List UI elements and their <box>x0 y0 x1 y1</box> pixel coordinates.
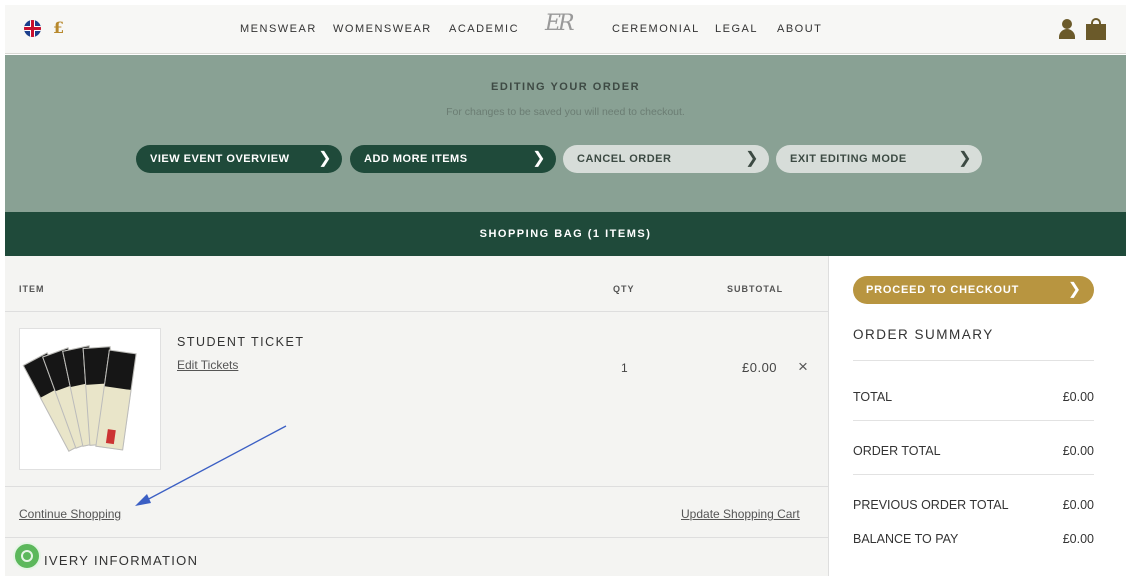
nav-academic[interactable]: ACADEMIC <box>449 23 519 35</box>
column-header-qty: QTY <box>613 284 635 294</box>
chevron-right-icon: ❯ <box>318 150 332 167</box>
editing-order-banner: EDITING YOUR ORDER For changes to be sav… <box>5 55 1126 212</box>
item-subtotal: £0.00 <box>742 360 778 375</box>
summary-label: TOTAL <box>853 390 893 404</box>
delivery-information-heading: IVERY INFORMATION <box>44 553 199 568</box>
site-header: £ MENSWEAR WOMENSWEAR ACADEMIC ER CEREMO… <box>5 5 1126 54</box>
column-header-item: ITEM <box>19 284 45 294</box>
order-summary-title: ORDER SUMMARY <box>853 327 994 342</box>
chevron-right-icon: ❯ <box>958 150 972 167</box>
summary-value: £0.00 <box>1062 498 1094 512</box>
cancel-order-button[interactable]: CANCEL ORDER ❯ <box>563 145 769 173</box>
currency-selector[interactable]: £ <box>53 18 64 37</box>
table-row: STUDENT TICKET Edit Tickets 1 £0.00 × <box>5 313 828 487</box>
summary-value: £0.00 <box>1062 390 1094 404</box>
account-icon[interactable] <box>1058 19 1076 39</box>
cart-table: ITEM QTY SUBTOTAL STUDENT TICKET Edit Ti… <box>5 256 828 576</box>
shopping-bag-icon[interactable] <box>1086 18 1106 40</box>
summary-value: £0.00 <box>1062 444 1094 458</box>
add-more-items-label: ADD MORE ITEMS <box>364 153 468 165</box>
exit-editing-mode-label: EXIT EDITING MODE <box>790 153 907 165</box>
editing-title: EDITING YOUR ORDER <box>490 81 641 93</box>
cart-actions: Continue Shopping Update Shopping Cart <box>5 488 828 538</box>
summary-label: BALANCE TO PAY <box>853 532 959 546</box>
view-event-overview-button[interactable]: VIEW EVENT OVERVIEW ❯ <box>136 145 342 173</box>
site-logo[interactable]: ER <box>545 11 575 36</box>
nav-legal[interactable]: LEGAL <box>715 23 758 35</box>
exit-editing-mode-button[interactable]: EXIT EDITING MODE ❯ <box>776 145 982 173</box>
column-header-subtotal: SUBTOTAL <box>727 284 784 294</box>
editing-subtitle: For changes to be saved you will need to… <box>446 106 685 118</box>
update-shopping-cart-link[interactable]: Update Shopping Cart <box>681 507 800 521</box>
proceed-to-checkout-label: PROCEED TO CHECKOUT <box>866 284 1020 296</box>
summary-value: £0.00 <box>1062 532 1094 546</box>
cart-header-row: ITEM QTY SUBTOTAL <box>5 256 828 312</box>
ticket-thumbnail[interactable] <box>19 328 161 470</box>
add-more-items-button[interactable]: ADD MORE ITEMS ❯ <box>350 145 556 173</box>
uk-flag-icon[interactable] <box>24 20 41 37</box>
divider <box>853 360 1094 361</box>
nav-ceremonial[interactable]: CEREMONIAL <box>612 23 700 35</box>
summary-label: PREVIOUS ORDER TOTAL <box>853 498 1009 512</box>
cancel-order-label: CANCEL ORDER <box>577 153 672 165</box>
item-quantity: 1 <box>621 361 628 375</box>
shopping-bag-bar: SHOPPING BAG (1 ITEMS) <box>5 212 1126 256</box>
continue-shopping-link[interactable]: Continue Shopping <box>19 507 121 521</box>
nav-about[interactable]: ABOUT <box>777 23 822 35</box>
divider <box>853 474 1094 475</box>
order-summary-panel: PROCEED TO CHECKOUT ❯ ORDER SUMMARY TOTA… <box>828 256 1126 576</box>
edit-tickets-link[interactable]: Edit Tickets <box>177 358 238 372</box>
divider <box>853 420 1094 421</box>
summary-label: ORDER TOTAL <box>853 444 941 458</box>
remove-item-icon[interactable]: × <box>798 357 808 377</box>
chevron-right-icon: ❯ <box>1067 281 1082 298</box>
nav-menswear[interactable]: MENSWEAR <box>240 23 317 35</box>
chevron-right-icon: ❯ <box>745 150 759 167</box>
proceed-to-checkout-button[interactable]: PROCEED TO CHECKOUT ❯ <box>853 276 1094 304</box>
item-name: STUDENT TICKET <box>177 335 305 349</box>
chat-widget-icon[interactable] <box>13 542 41 570</box>
shopping-bag-title: SHOPPING BAG (1 ITEMS) <box>479 228 652 240</box>
chevron-right-icon: ❯ <box>532 150 546 167</box>
nav-womenswear[interactable]: WOMENSWEAR <box>333 23 432 35</box>
view-event-overview-label: VIEW EVENT OVERVIEW <box>150 153 290 165</box>
page-frame: £ MENSWEAR WOMENSWEAR ACADEMIC ER CEREMO… <box>5 5 1126 576</box>
